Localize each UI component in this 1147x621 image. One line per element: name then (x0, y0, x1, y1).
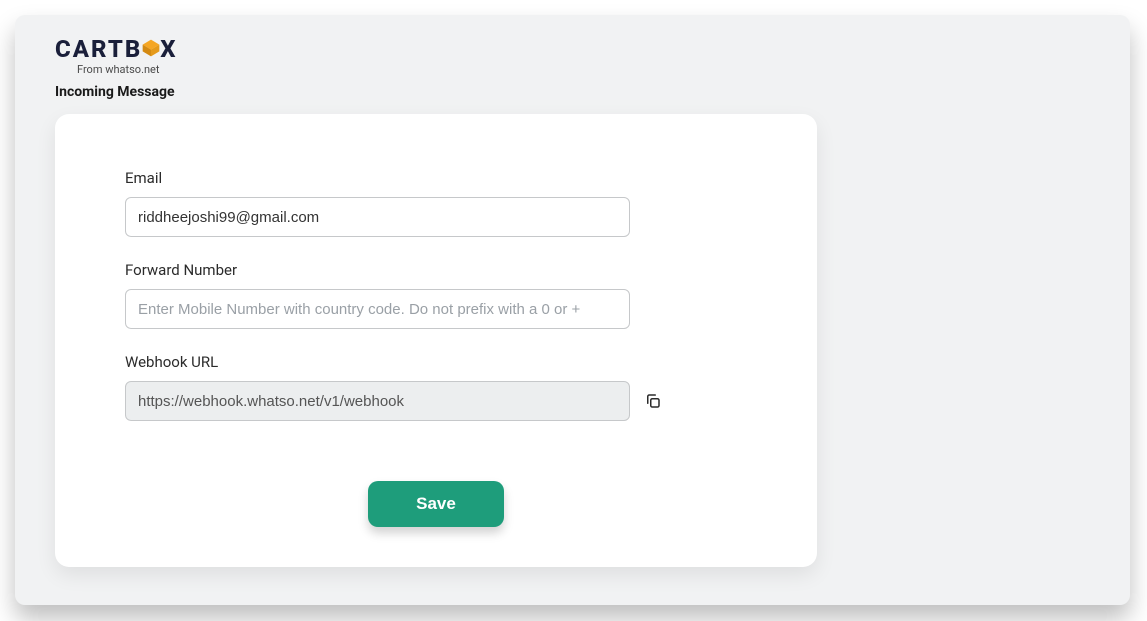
brand-block: CARTB X From whatso.net (55, 37, 1090, 76)
page-title: Incoming Message (55, 84, 1090, 100)
forward-number-input[interactable] (125, 289, 630, 329)
forward-number-label: Forward Number (125, 261, 747, 279)
box-icon (141, 37, 161, 61)
brand-name-right: X (160, 37, 177, 61)
save-button[interactable]: Save (368, 481, 504, 527)
brand-name: CARTB X (55, 37, 1090, 61)
webhook-label: Webhook URL (125, 353, 747, 371)
webhook-group: Webhook URL (125, 353, 747, 421)
webhook-input[interactable] (125, 381, 630, 421)
page-container: CARTB X From whatso.net Incoming Message… (15, 15, 1130, 605)
form-card: Email Forward Number Webhook URL Save (55, 114, 817, 567)
email-input[interactable] (125, 197, 630, 237)
email-group: Email (125, 169, 747, 237)
email-label: Email (125, 169, 747, 187)
forward-number-group: Forward Number (125, 261, 747, 329)
button-row: Save (125, 481, 747, 527)
webhook-row (125, 381, 747, 421)
copy-icon[interactable] (644, 392, 662, 410)
brand-name-left: CARTB (55, 37, 142, 61)
brand-subtitle: From whatso.net (77, 63, 1090, 76)
